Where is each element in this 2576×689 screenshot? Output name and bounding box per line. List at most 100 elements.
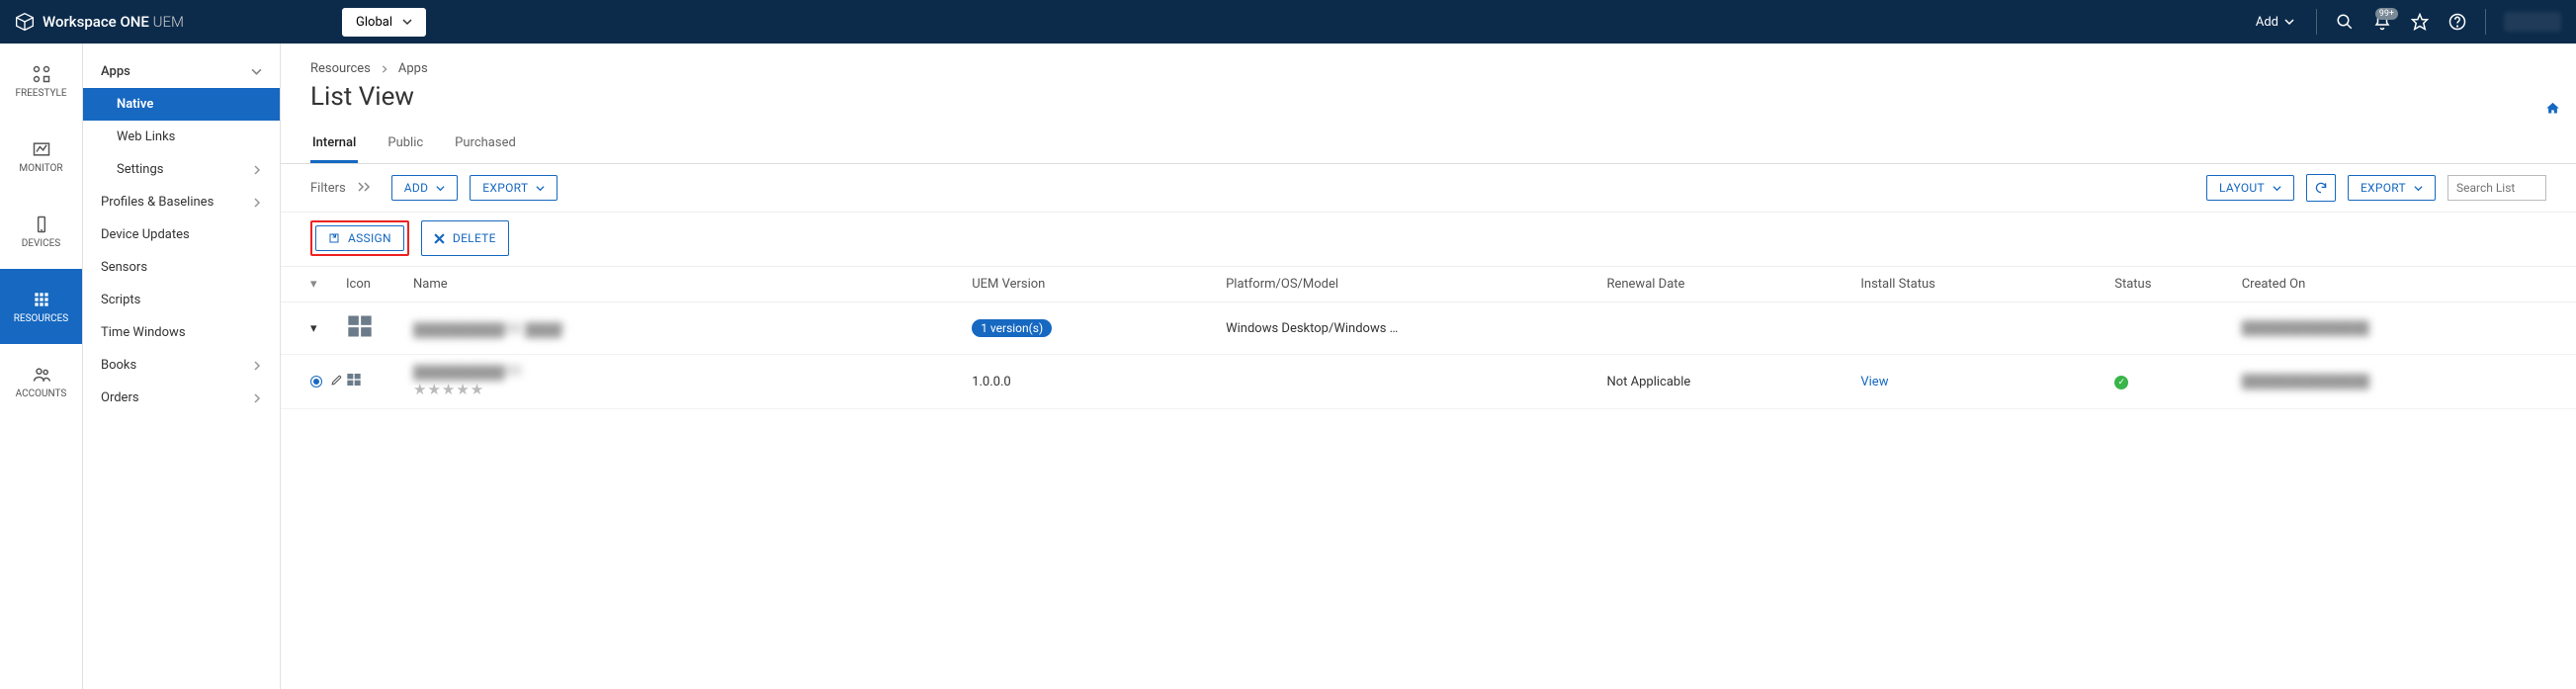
chevron-down-icon [251, 66, 262, 77]
chevron-down-icon [2414, 184, 2423, 193]
chevron-down-icon [402, 17, 412, 27]
windows-icon [346, 372, 362, 388]
version-text: 1.0.0.0 [972, 375, 1226, 389]
apps-table: ▾ Icon Name UEM Version Platform/OS/Mode… [281, 267, 2576, 409]
rail-monitor[interactable]: MONITOR [0, 119, 82, 194]
page-title: List View [281, 76, 2576, 126]
add-button[interactable]: ADD [391, 175, 458, 201]
sidebar-profiles[interactable]: Profiles & Baselines [83, 186, 280, 218]
search-input[interactable] [2447, 175, 2546, 201]
expand-toggle[interactable]: ▾ [310, 321, 346, 336]
sidebar-native[interactable]: Native [83, 88, 280, 121]
sidebar-settings[interactable]: Settings [83, 153, 280, 186]
freestyle-icon [32, 64, 51, 84]
crumb-resources[interactable]: Resources [310, 61, 371, 76]
chevron-down-icon [436, 184, 445, 193]
star-icon[interactable] [2402, 4, 2438, 40]
divider [2316, 9, 2317, 35]
monitor-icon [32, 139, 51, 159]
sort-indicator[interactable]: ▾ [310, 277, 346, 292]
tab-purchased[interactable]: Purchased [453, 126, 518, 163]
install-link[interactable]: View [1860, 375, 2114, 389]
search-icon[interactable] [2327, 4, 2362, 40]
rail-accounts[interactable]: ACCOUNTS [0, 344, 82, 419]
sidebar-device-updates[interactable]: Device Updates [83, 218, 280, 251]
table-row[interactable]: ▾ ██████████ ████ 1 version(s) Windows D… [281, 302, 2576, 355]
breadcrumb: Resources Apps [281, 61, 2576, 76]
sidebar-scripts[interactable]: Scripts [83, 284, 280, 316]
tabs: Internal Public Purchased [281, 126, 2576, 164]
radio-checked[interactable] [310, 376, 322, 388]
col-icon[interactable]: Icon [346, 277, 413, 292]
col-install[interactable]: Install Status [1860, 277, 2114, 292]
export-button[interactable]: EXPORT [470, 175, 558, 201]
col-platform[interactable]: Platform/OS/Model [1226, 277, 1606, 292]
table-header: ▾ Icon Name UEM Version Platform/OS/Mode… [281, 267, 2576, 302]
table-row[interactable]: ██████████ ★★★★★ 1.0.0.0 Not Applicable … [281, 355, 2576, 409]
tab-internal[interactable]: Internal [310, 126, 358, 163]
product-name: Workspace ONE UEM [43, 13, 184, 31]
rail-devices[interactable]: DEVICES [0, 194, 82, 269]
assign-highlight: ASSIGN [310, 220, 409, 256]
top-header: Workspace ONE UEM Global Add 99+ [0, 0, 2576, 43]
sidebar-sensors[interactable]: Sensors [83, 251, 280, 284]
col-uem-version[interactable]: UEM Version [972, 277, 1226, 292]
col-name[interactable]: Name [413, 277, 972, 292]
tab-public[interactable]: Public [386, 126, 425, 163]
sidebar-web-links[interactable]: Web Links [83, 121, 280, 153]
chevron-right-icon [252, 393, 262, 403]
crumb-apps[interactable]: Apps [398, 61, 428, 76]
chevron-right-icon [381, 65, 388, 73]
assign-button[interactable]: ASSIGN [315, 225, 404, 251]
chevron-right-icon [252, 361, 262, 371]
chevron-down-icon [2284, 17, 2294, 27]
user-menu[interactable] [2504, 12, 2561, 32]
divider [2485, 9, 2486, 35]
scope-selector[interactable]: Global [342, 8, 426, 37]
sidebar-orders[interactable]: Orders [83, 382, 280, 414]
filters-label: Filters [310, 181, 346, 196]
devices-icon [32, 215, 51, 234]
nav-rail: FREESTYLE MONITOR DEVICES RESOURCES ACCO… [0, 43, 83, 689]
assign-icon [328, 232, 340, 244]
chevron-down-icon [2273, 184, 2281, 193]
layout-button[interactable]: LAYOUT [2206, 175, 2294, 201]
delete-button[interactable]: DELETE [421, 220, 509, 256]
rail-freestyle[interactable]: FREESTYLE [0, 43, 82, 119]
close-icon [434, 233, 445, 244]
filters-toggle[interactable] [358, 181, 372, 196]
rail-resources[interactable]: RESOURCES [0, 269, 82, 344]
export-button-2[interactable]: EXPORT [2348, 175, 2436, 201]
help-icon[interactable] [2440, 4, 2475, 40]
sidebar-books[interactable]: Books [83, 349, 280, 382]
add-menu[interactable]: Add [2244, 9, 2306, 36]
sidebar-time-windows[interactable]: Time Windows [83, 316, 280, 349]
logo-icon [15, 12, 35, 32]
header-actions: Add 99+ [2244, 4, 2561, 40]
chevron-down-icon [536, 184, 545, 193]
accounts-icon [32, 365, 51, 385]
refresh-icon [2314, 181, 2328, 195]
sidebar-apps[interactable]: Apps [83, 55, 280, 88]
chevron-right-icon [252, 165, 262, 175]
col-status[interactable]: Status [2114, 277, 2241, 292]
resources-icon [32, 290, 51, 309]
chevron-double-right-icon [358, 182, 372, 192]
selection-toolbar: ASSIGN DELETE [281, 213, 2576, 267]
edit-icon[interactable] [330, 374, 343, 390]
refresh-button[interactable] [2306, 174, 2336, 202]
rating-stars: ★★★★★ [413, 381, 972, 398]
created-text: ██████████████ [2242, 374, 2546, 389]
col-renewal[interactable]: Renewal Date [1606, 277, 1860, 292]
created-text: ██████████████ [2242, 320, 2546, 336]
col-created[interactable]: Created On [2242, 277, 2546, 292]
notifications-icon[interactable]: 99+ [2364, 4, 2400, 40]
app-icon [346, 372, 413, 391]
renewal-text: Not Applicable [1606, 375, 1860, 389]
toolbar: Filters ADD EXPORT LAYOUT EXPORT [281, 164, 2576, 213]
product-brand: Workspace ONE UEM [15, 12, 184, 32]
home-icon[interactable] [2545, 101, 2560, 120]
row-select[interactable] [310, 374, 346, 390]
platform-text: Windows Desktop/Windows … [1226, 321, 1606, 336]
windows-icon [346, 312, 374, 340]
